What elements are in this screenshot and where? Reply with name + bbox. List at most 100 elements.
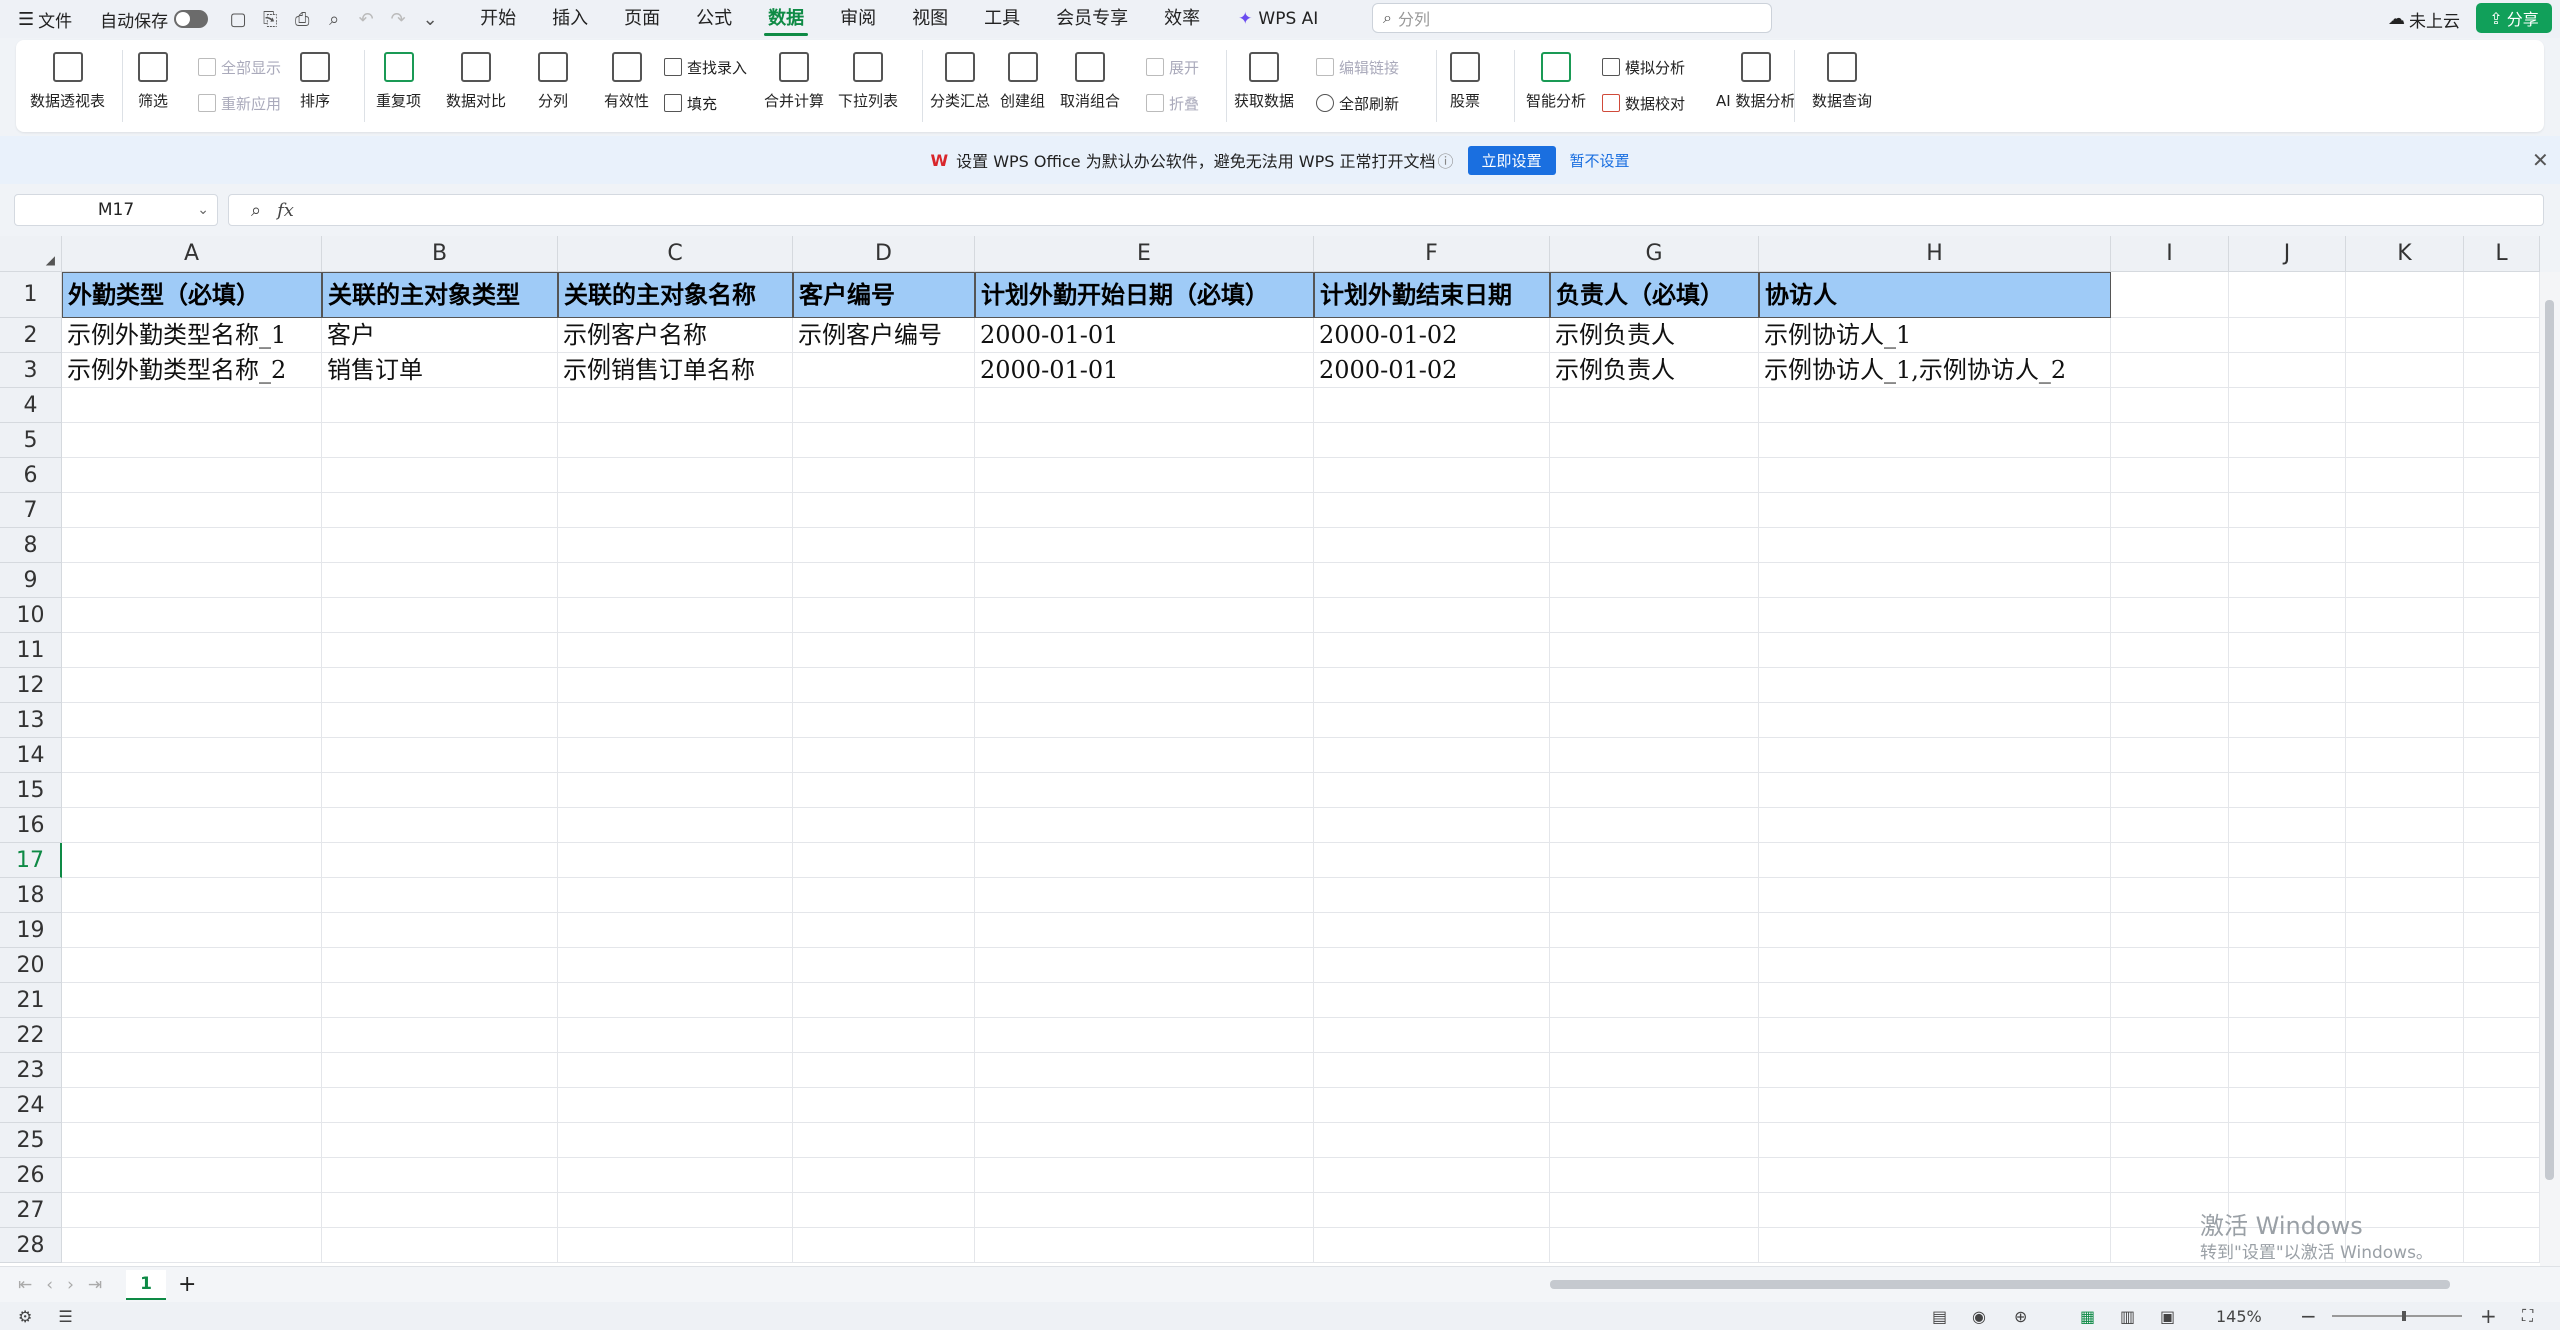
get-data-button[interactable]: 获取数据 (1234, 40, 1294, 132)
cell-C13[interactable] (558, 703, 793, 738)
cell-F4[interactable] (1314, 388, 1550, 423)
tab-review[interactable]: 审阅 (822, 0, 894, 38)
cell-H6[interactable] (1759, 458, 2111, 493)
cell-J20[interactable] (2229, 948, 2346, 983)
cell-A7[interactable] (62, 493, 322, 528)
cell-D17[interactable] (793, 843, 975, 878)
cell-L16[interactable] (2464, 808, 2540, 843)
cell-A20[interactable] (62, 948, 322, 983)
cell-H12[interactable] (1759, 668, 2111, 703)
cell-F9[interactable] (1314, 563, 1550, 598)
undo-icon[interactable]: ↶ (356, 9, 376, 30)
row-header-26[interactable]: 26 (0, 1158, 62, 1193)
cell-H16[interactable] (1759, 808, 2111, 843)
cell-H17[interactable] (1759, 843, 2111, 878)
cell-I18[interactable] (2111, 878, 2229, 913)
cell-G14[interactable] (1550, 738, 1759, 773)
cell-J17[interactable] (2229, 843, 2346, 878)
column-header-i[interactable]: I (2111, 236, 2229, 272)
cell-F12[interactable] (1314, 668, 1550, 703)
cell-I1[interactable] (2111, 272, 2229, 318)
cell-L19[interactable] (2464, 913, 2540, 948)
cell-F21[interactable] (1314, 983, 1550, 1018)
tab-tools[interactable]: 工具 (966, 0, 1038, 38)
cell-K10[interactable] (2346, 598, 2464, 633)
chevron-down-icon[interactable]: ⌄ (420, 9, 440, 30)
cell-F5[interactable] (1314, 423, 1550, 458)
cell-G20[interactable] (1550, 948, 1759, 983)
cell-D21[interactable] (793, 983, 975, 1018)
cell-L12[interactable] (2464, 668, 2540, 703)
header-cell-c[interactable]: 关联的主对象名称 (558, 272, 793, 318)
row-header-22[interactable]: 22 (0, 1018, 62, 1053)
cell-I14[interactable] (2111, 738, 2229, 773)
cell-E19[interactable] (975, 913, 1314, 948)
zoom-level[interactable]: 145% (2216, 1307, 2262, 1326)
column-header-d[interactable]: D (793, 236, 975, 272)
cell-L5[interactable] (2464, 423, 2540, 458)
cell-C6[interactable] (558, 458, 793, 493)
cell-C24[interactable] (558, 1088, 793, 1123)
cell-J2[interactable] (2229, 318, 2346, 353)
cell-B16[interactable] (322, 808, 558, 843)
cell-K5[interactable] (2346, 423, 2464, 458)
cell-K24[interactable] (2346, 1088, 2464, 1123)
cell-L7[interactable] (2464, 493, 2540, 528)
cell-L25[interactable] (2464, 1123, 2540, 1158)
print-preview-icon[interactable]: ⌕ (324, 9, 344, 30)
cell-F13[interactable] (1314, 703, 1550, 738)
cell-A24[interactable] (62, 1088, 322, 1123)
cell-B21[interactable] (322, 983, 558, 1018)
cell-F19[interactable] (1314, 913, 1550, 948)
cell-C22[interactable] (558, 1018, 793, 1053)
cell-E28[interactable] (975, 1228, 1314, 1263)
not-now-link[interactable]: 暂不设置 (1570, 150, 1630, 171)
column-header-c[interactable]: C (558, 236, 793, 272)
cell-K22[interactable] (2346, 1018, 2464, 1053)
cell-I20[interactable] (2111, 948, 2229, 983)
header-cell-h[interactable]: 协访人 (1759, 272, 2111, 318)
cell-B13[interactable] (322, 703, 558, 738)
data-cell[interactable]: 示例销售订单名称 (558, 353, 793, 388)
cell-G27[interactable] (1550, 1193, 1759, 1228)
data-cell[interactable]: 示例协访人_1 (1759, 318, 2111, 353)
cell-L20[interactable] (2464, 948, 2540, 983)
cell-C10[interactable] (558, 598, 793, 633)
normal-view-icon[interactable]: ▦ (2080, 1307, 2095, 1326)
cell-G21[interactable] (1550, 983, 1759, 1018)
cell-K12[interactable] (2346, 668, 2464, 703)
cell-H8[interactable] (1759, 528, 2111, 563)
formula-bar[interactable]: ⌕ fx (228, 194, 2544, 226)
cell-E14[interactable] (975, 738, 1314, 773)
name-box[interactable]: M17 ⌄ (14, 194, 218, 226)
cell-H20[interactable] (1759, 948, 2111, 983)
cell-L22[interactable] (2464, 1018, 2540, 1053)
cell-F27[interactable] (1314, 1193, 1550, 1228)
cell-E17[interactable] (975, 843, 1314, 878)
row-header-16[interactable]: 16 (0, 808, 62, 843)
cell-H21[interactable] (1759, 983, 2111, 1018)
validity-button[interactable]: 有效性 (604, 40, 649, 132)
eye-icon[interactable]: ◉ (1972, 1307, 1986, 1326)
cell-I17[interactable] (2111, 843, 2229, 878)
cell-I25[interactable] (2111, 1123, 2229, 1158)
cell-B9[interactable] (322, 563, 558, 598)
data-cell[interactable]: 2000-01-02 (1314, 318, 1550, 353)
cell-H4[interactable] (1759, 388, 2111, 423)
cell-C20[interactable] (558, 948, 793, 983)
cell-E8[interactable] (975, 528, 1314, 563)
cell-I5[interactable] (2111, 423, 2229, 458)
row-header-1[interactable]: 1 (0, 272, 62, 318)
cell-F14[interactable] (1314, 738, 1550, 773)
cell-F17[interactable] (1314, 843, 1550, 878)
help-icon[interactable]: ⓘ (1438, 148, 1454, 172)
simulation-button[interactable]: 模拟分析 (1602, 52, 1685, 82)
cell-E25[interactable] (975, 1123, 1314, 1158)
cell-D26[interactable] (793, 1158, 975, 1193)
cell-B8[interactable] (322, 528, 558, 563)
cell-J1[interactable] (2229, 272, 2346, 318)
row-header-21[interactable]: 21 (0, 983, 62, 1018)
cell-D28[interactable] (793, 1228, 975, 1263)
row-header-18[interactable]: 18 (0, 878, 62, 913)
cell-A18[interactable] (62, 878, 322, 913)
